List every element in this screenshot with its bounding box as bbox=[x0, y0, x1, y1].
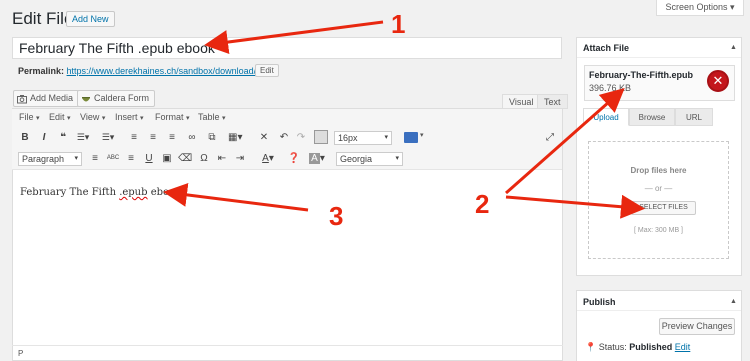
annotation-overlay bbox=[163, 20, 645, 219]
annotation-number-2: 2 bbox=[475, 189, 490, 219]
arrow-2b bbox=[505, 194, 645, 219]
annotation-number-1: 1 bbox=[391, 9, 406, 39]
annotation-number-3: 3 bbox=[329, 201, 344, 231]
arrow-1 bbox=[204, 20, 384, 54]
arrow-2a bbox=[505, 88, 625, 195]
arrow-3 bbox=[163, 182, 309, 212]
